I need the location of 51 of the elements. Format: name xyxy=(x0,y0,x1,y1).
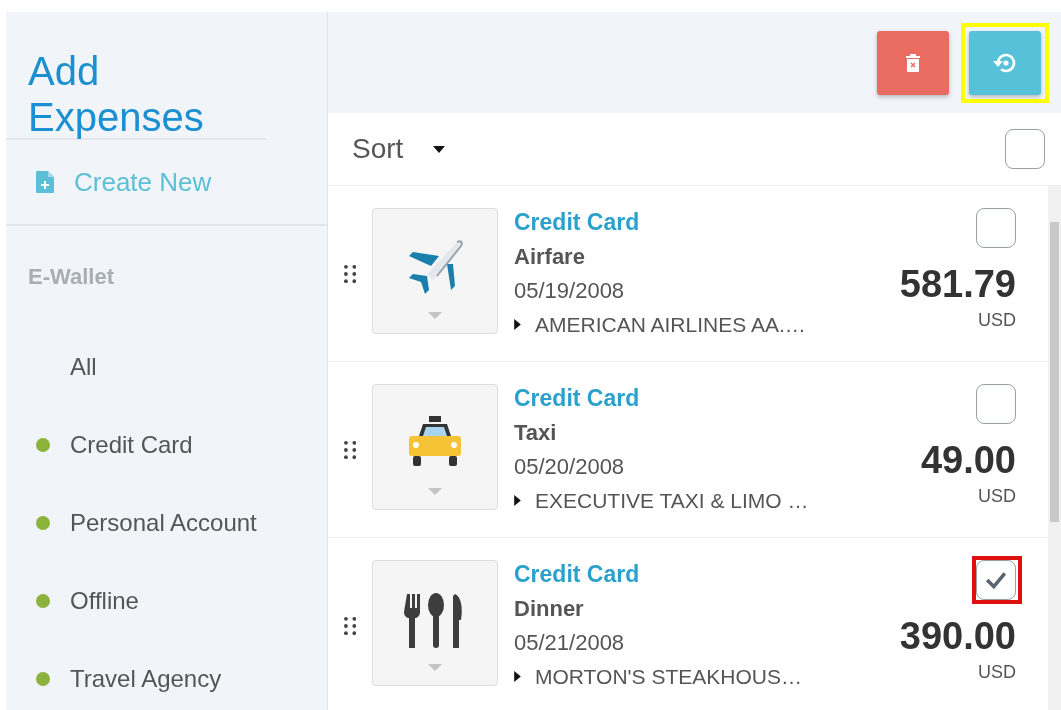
expand-arrow-icon xyxy=(514,495,521,506)
merchant-toggle[interactable]: EXECUTIVE TAXI & LIMO … xyxy=(514,488,921,513)
expense-name: Airfare xyxy=(514,244,586,269)
expense-name: Dinner xyxy=(514,596,585,621)
checkmark-icon xyxy=(985,571,1007,589)
sidebar-item[interactable]: Travel Agency xyxy=(6,640,327,710)
caret-icon xyxy=(428,663,442,671)
expense-row[interactable]: Credit Card Dinner 05/21/2008 MORTON'S STEAKHOUS… 390.00 USD xyxy=(328,538,1048,710)
drag-handle-icon[interactable] xyxy=(344,616,356,636)
currency: USD xyxy=(978,310,1016,331)
currency: USD xyxy=(978,662,1016,683)
category-selector[interactable] xyxy=(372,384,498,510)
sidebar-item[interactable]: All xyxy=(6,328,327,406)
reset-button[interactable] xyxy=(969,30,1041,95)
expense-row[interactable]: Credit Card Airfare 05/19/2008 AMERICAN AIRLINES AA.… 581.79 USD xyxy=(328,186,1048,362)
select-all-checkbox[interactable] xyxy=(1005,129,1045,169)
expense-date: 05/20/2008 xyxy=(514,454,626,479)
expense-date: 05/21/2008 xyxy=(514,630,626,655)
delete-button[interactable] xyxy=(877,30,949,95)
caret-icon xyxy=(428,487,442,495)
drag-handle-icon[interactable] xyxy=(344,264,356,284)
trash-icon xyxy=(906,53,920,72)
expand-arrow-icon xyxy=(514,671,521,682)
currency: USD xyxy=(978,486,1016,507)
amount: 581.79 xyxy=(899,264,1016,304)
expense-date: 05/19/2008 xyxy=(514,278,626,303)
sidebar-item[interactable]: Offline xyxy=(6,562,327,640)
payment-source: Credit Card xyxy=(514,386,641,411)
row-checkbox[interactable] xyxy=(976,208,1016,248)
row-checkbox[interactable] xyxy=(976,560,1016,600)
payment-source: Credit Card xyxy=(514,210,641,235)
expense-row[interactable]: Credit Card Taxi 05/20/2008 EXECUTIVE TAXI & LIMO … 49.00 USD xyxy=(328,362,1048,538)
category-selector[interactable] xyxy=(372,560,498,686)
caret-icon xyxy=(433,145,446,153)
drag-handle-icon[interactable] xyxy=(344,440,356,460)
scrollbar[interactable] xyxy=(1048,186,1061,710)
amount: 49.00 xyxy=(920,440,1016,480)
add-document-icon xyxy=(36,171,54,193)
payment-source: Credit Card xyxy=(514,562,641,587)
merchant-toggle[interactable]: AMERICAN AIRLINES AA.… xyxy=(514,312,900,337)
merchant-toggle[interactable]: MORTON'S STEAKHOUS… xyxy=(514,664,900,689)
sidebar-item[interactable]: Personal Account xyxy=(6,484,327,562)
page-title: Add Expenses xyxy=(6,12,266,140)
amount: 390.00 xyxy=(899,616,1016,656)
expense-name: Taxi xyxy=(514,420,558,445)
row-checkbox[interactable] xyxy=(976,384,1016,424)
sidebar-item[interactable]: Credit Card xyxy=(6,406,327,484)
section-heading: E-Wallet xyxy=(27,263,115,291)
caret-icon xyxy=(428,311,442,319)
expand-arrow-icon xyxy=(514,319,521,330)
sort-dropdown[interactable]: Sort xyxy=(352,133,446,165)
